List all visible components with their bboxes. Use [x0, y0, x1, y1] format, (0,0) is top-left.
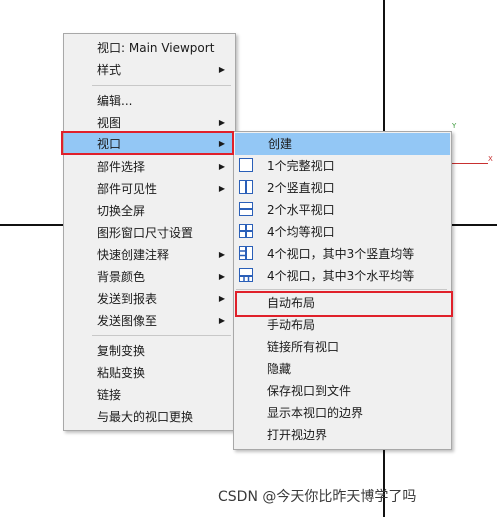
annotation-box-viewport — [61, 131, 234, 155]
submenu-arrow-icon: ▶ — [218, 272, 225, 281]
submenu-item-4-three-horizontal[interactable]: 4个视口，其中3个水平均等 — [234, 265, 451, 287]
menu-item-link[interactable]: 链接 — [64, 384, 235, 406]
submenu-item-manual-layout[interactable]: 手动布局 — [234, 314, 451, 336]
submenu-item-link-all[interactable]: 链接所有视口 — [234, 336, 451, 358]
layout-single-icon — [239, 158, 253, 172]
layout-three-horizontal-icon — [239, 268, 253, 282]
submenu-arrow-icon: ▶ — [218, 65, 225, 74]
submenu-item-show-bounds[interactable]: 显示本视口的边界 — [234, 402, 451, 424]
submenu-arrow-icon: ▶ — [218, 184, 225, 193]
submenu-item-save-to-file[interactable]: 保存视口到文件 — [234, 380, 451, 402]
menu-item-quick-annotation[interactable]: 快速创建注释 ▶ — [64, 244, 235, 266]
menu-item-toggle-fullscreen[interactable]: 切换全屏 — [64, 200, 235, 222]
menu-item-background-color[interactable]: 背景颜色 ▶ — [64, 266, 235, 288]
menu-item-copy-transform[interactable]: 复制变换 — [64, 340, 235, 362]
watermark: CSDN @今天你比昨天博学了吗 — [218, 489, 417, 505]
menu-item-part-selection[interactable]: 部件选择 ▶ — [64, 156, 235, 178]
axis-x-line — [452, 163, 488, 164]
submenu-item-hide[interactable]: 隐藏 — [234, 358, 451, 380]
annotation-box-auto-layout — [235, 291, 453, 317]
submenu-arrow-icon: ▶ — [218, 162, 225, 171]
submenu-item-2-horizontal[interactable]: 2个水平视口 — [234, 199, 451, 221]
menu-separator — [92, 85, 231, 86]
menu-separator — [236, 289, 447, 290]
layout-two-horizontal-icon — [239, 202, 253, 216]
menu-item-send-image[interactable]: 发送图像至 ▶ — [64, 310, 235, 332]
layout-four-equal-icon — [239, 224, 253, 238]
axis-x-label: X — [488, 155, 493, 163]
submenu-arrow-icon: ▶ — [218, 294, 225, 303]
menu-item-part-visibility[interactable]: 部件可见性 ▶ — [64, 178, 235, 200]
axis-y-label: Y — [452, 122, 457, 130]
submenu-item-1-full[interactable]: 1个完整视口 — [234, 155, 451, 177]
viewport-context-menu: 视口: Main Viewport 样式 ▶ 编辑... 视图 ▶ 视口 ▶ 部件选择… — [63, 33, 236, 431]
menu-item-edit[interactable]: 编辑... — [64, 90, 235, 112]
layout-three-vertical-icon — [239, 246, 253, 260]
menu-item-send-to-report[interactable]: 发送到报表 ▶ — [64, 288, 235, 310]
submenu-item-4-equal[interactable]: 4个均等视口 — [234, 221, 451, 243]
menu-item-swap-largest[interactable]: 与最大的视口更换 — [64, 406, 235, 428]
layout-two-vertical-icon — [239, 180, 253, 194]
menu-item-viewport-title[interactable]: 视口: Main Viewport — [64, 37, 235, 59]
menu-item-style[interactable]: 样式 ▶ — [64, 59, 235, 81]
submenu-item-create[interactable]: 创建 — [235, 133, 450, 155]
submenu-item-2-vertical[interactable]: 2个竖直视口 — [234, 177, 451, 199]
submenu-arrow-icon: ▶ — [218, 316, 225, 325]
submenu-item-open-bounds[interactable]: 打开视边界 — [234, 424, 451, 446]
menu-item-paste-transform[interactable]: 粘贴变换 — [64, 362, 235, 384]
menu-separator — [92, 335, 231, 336]
submenu-item-4-three-vertical[interactable]: 4个视口，其中3个竖直均等 — [234, 243, 451, 265]
submenu-arrow-icon: ▶ — [218, 250, 225, 259]
menu-item-window-size[interactable]: 图形窗口尺寸设置 — [64, 222, 235, 244]
